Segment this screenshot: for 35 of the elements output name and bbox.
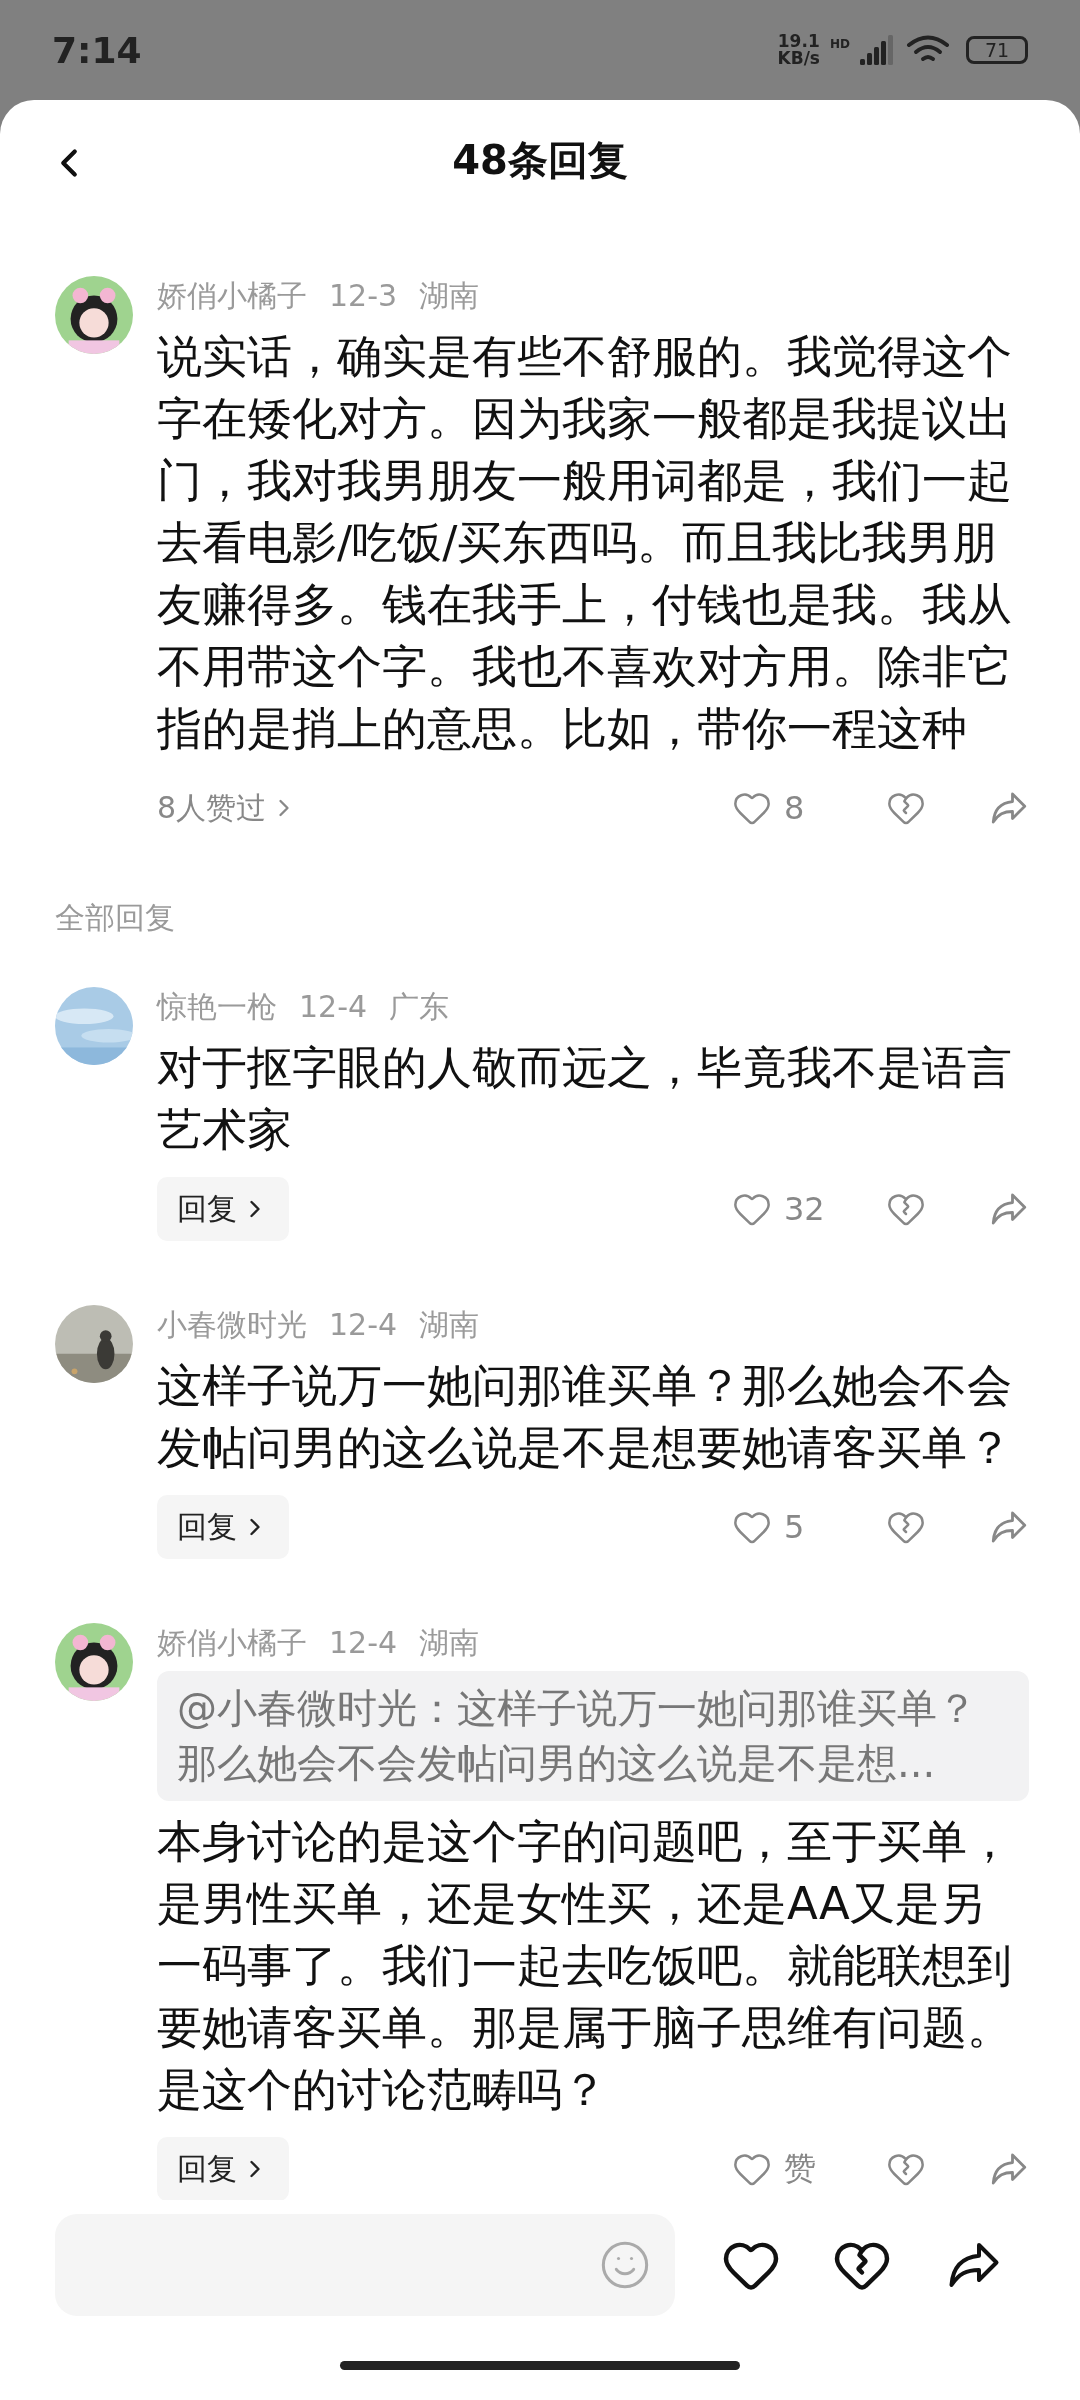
reply-button[interactable]: 回复 xyxy=(157,1495,289,1559)
comment-text: 这样子说万一她问那谁买单？那么她会不会发帖问男的这么说是不是想要她请客买单？ xyxy=(157,1358,1013,1476)
comment-text: 本身讨论的是这个字的问题吧，至于买单，是男性买单，还是女性买，还是AA又是另一码事了。我们一起去吃饭吧。就能联想到要她请客买单。那是属于脑子思维有问题。是这个的讨论范畴吗？ xyxy=(157,1814,1013,2118)
reply-button[interactable]: 回复 xyxy=(157,1177,289,1241)
network-speed: 19.1 xyxy=(777,33,820,50)
user-name[interactable]: 小春微时光 xyxy=(157,1305,307,1345)
like-button[interactable]: 8 xyxy=(732,788,862,828)
comment-text: 说实话，确实是有些不舒服的。我觉得这个字在矮化对方。因为我家一般都是我提议出门，我对我男朋友一般用词都是，我们一起去看电影/吃饭/买东西吗。而且我比我男朋友赚得多。钱在我手上，付钱也是我。我从不用带这个字。我也不喜欢对方用。除非它指的是捎上的意思。比如，带你一程这种 xyxy=(157,329,1013,757)
like-button[interactable]: 赞 xyxy=(732,2147,862,2191)
comment-date: 12-3 xyxy=(329,277,398,315)
network-type-label: HD xyxy=(830,37,850,51)
comment-date: 12-4 xyxy=(329,1624,398,1662)
quoted-reply: @小春微时光：这样子说万一她问那谁买单？那么她会不会发帖问男的这么说是不是想... xyxy=(157,1671,1029,1801)
comment-date: 12-4 xyxy=(329,1306,398,1344)
comment-date: 12-4 xyxy=(299,988,368,1026)
reply-button[interactable]: 回复 xyxy=(157,2137,289,2200)
user-name[interactable]: 惊艳一枪 xyxy=(157,987,277,1027)
page-title: 48条回复 xyxy=(452,135,628,185)
network-speed-unit: KB/s xyxy=(777,50,820,67)
comment-text: 对于抠字眼的人敬而远之，毕竟我不是语言艺术家 xyxy=(157,1040,1013,1158)
user-name[interactable]: 娇俏小橘子 xyxy=(157,1623,307,1663)
likers-link[interactable]: 8人赞过 xyxy=(157,787,299,829)
comment-region: 湖南 xyxy=(419,1306,480,1344)
battery-indicator: 71 xyxy=(966,36,1028,64)
like-button[interactable]: 5 xyxy=(732,1507,862,1547)
status-time: 7:14 xyxy=(52,29,142,71)
comment-input[interactable] xyxy=(55,2214,675,2316)
comment-region: 湖南 xyxy=(419,1624,480,1662)
comment-region: 广东 xyxy=(389,988,450,1026)
comment-region: 湖南 xyxy=(419,277,480,315)
signal-icon xyxy=(860,35,896,65)
like-button[interactable]: 32 xyxy=(732,1189,862,1229)
user-name[interactable]: 娇俏小橘子 xyxy=(157,276,307,316)
emoji-icon xyxy=(599,2239,651,2291)
section-label: 全部回复 xyxy=(54,899,176,937)
